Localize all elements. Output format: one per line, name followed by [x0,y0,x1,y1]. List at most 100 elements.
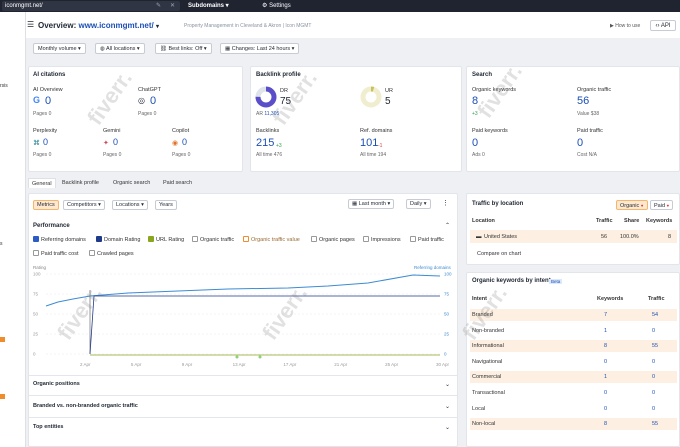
competitors-button[interactable]: Competitors ▾ [63,200,105,210]
check-organic-traffic-value[interactable]: Organic traffic value [243,236,300,243]
intent-cell-kw[interactable]: 0 [604,359,607,365]
play-icon: ▶ [610,23,614,29]
filter-label: Monthly volume [38,46,77,52]
location-filter[interactable]: ◍ All locations ▾ [95,43,145,54]
chevron-up-icon[interactable]: ⌃ [445,222,450,229]
backlinks-value[interactable]: 215 [256,137,274,149]
close-icon[interactable]: ✕ [170,1,175,11]
x-tick: 21 Apr [334,362,348,367]
chevron-down-icon[interactable]: ⌄ [445,424,450,431]
chart-event-dot[interactable] [235,355,239,359]
organic-keywords-label: Organic keywords [472,87,517,93]
volume-filter[interactable]: Monthly volume ▾ [33,43,86,54]
ar-number[interactable]: 11,305 [264,111,279,117]
chevron-down-icon[interactable]: ⌄ [445,403,450,410]
toggle-paid[interactable]: Paid ● [650,200,674,210]
copilot-value[interactable]: 0 [182,137,187,147]
x-tick: 13 Apr [233,362,247,367]
best-links-filter[interactable]: ⛓ Best links: Off ▾ [155,43,212,54]
intent-cell-kw[interactable]: 7 [604,312,607,318]
menu-icon[interactable]: ☰ [27,20,34,29]
settings-button[interactable]: ⚙ Settings [262,1,291,11]
check-organic-pages[interactable]: Organic pages [311,236,355,243]
checkbox [192,236,198,242]
refdomains-value[interactable]: 101 [360,137,378,149]
locations-button[interactable]: Locations ▾ [112,200,148,210]
sidebar-badge [0,394,5,399]
compare-on-chart-link[interactable]: Compare on chart [477,251,521,257]
years-button[interactable]: Years [155,200,177,210]
perplexity-value[interactable]: 0 [43,137,48,147]
url-input[interactable]: iconmgmt.net/ ✎ ✕ [2,1,180,11]
check-domain-rating[interactable]: Domain Rating [96,236,140,243]
chevron-down-icon[interactable]: ▾ [156,24,159,30]
tab-backlink-profile[interactable]: Backlink profile [59,178,102,188]
intent-cell-tr[interactable]: 0 [652,328,655,334]
intent-cell-tr[interactable]: 0 [652,359,655,365]
intent-row-highlight [470,418,677,430]
intent-cell-kw[interactable]: 0 [604,390,607,396]
check-paid-traffic[interactable]: Paid traffic [410,236,444,243]
x-tick: 25 Apr [385,362,399,367]
check-url-rating[interactable]: URL Rating [148,236,184,243]
y-tick-left: 25 [33,332,39,337]
gemini-value[interactable]: 0 [113,137,118,147]
ai-overview-value[interactable]: 0 [45,95,51,107]
title-domain-link[interactable]: www.iconmgmt.net/ [78,21,153,30]
changes-filter[interactable]: ▦ Changes: Last 24 hours ▾ [220,43,300,54]
organic-traffic-value[interactable]: 56 [577,95,589,107]
check-organic-traffic[interactable]: Organic traffic [192,236,234,243]
intent-cell-kw[interactable]: 0 [604,406,607,412]
toggle-label: Paid [654,203,666,209]
dr-value[interactable]: 75 [280,96,291,107]
refdomains-label: Ref. domains [360,128,393,134]
x-tick: 30 Apr [436,362,450,367]
ur-value[interactable]: 5 [385,96,391,107]
y-tick-right: 50 [444,312,450,317]
metrics-button[interactable]: Metrics [33,200,59,210]
intent-cell-kw[interactable]: 1 [604,328,607,334]
intent-cell-kw[interactable]: 1 [604,374,607,380]
paid-traffic-value[interactable]: 0 [577,137,583,149]
tab-paid-search[interactable]: Paid search [160,178,195,188]
tab-organic-search[interactable]: Organic search [110,178,153,188]
mode-select[interactable]: Subdomains ▾ [188,1,229,11]
intent-cell-tr[interactable]: 0 [652,390,655,396]
top-entities-section[interactable]: Top entities [33,424,63,430]
location-share: 100.0% [620,234,639,240]
chatgpt-value[interactable]: 0 [150,95,156,107]
checkbox-checked [148,236,154,242]
api-button[interactable]: ‹› API [650,20,676,31]
intent-cell-tr[interactable]: 54 [652,312,658,318]
y-tick-right: 0 [444,352,447,357]
tab-general[interactable]: General [28,178,56,188]
sidebar-fragment[interactable]: rsis [0,83,8,89]
sidebar-fragment[interactable]: s [0,241,3,247]
interval-select[interactable]: Daily ▾ [406,199,431,209]
domain-rating-line [89,295,440,355]
organic-keywords-value[interactable]: 8 [472,95,478,107]
intent-cell-tr[interactable]: 0 [652,406,655,412]
checkbox-checked [33,236,39,242]
intent-cell-tr[interactable]: 55 [652,421,658,427]
more-icon[interactable]: ⋮ [442,199,449,207]
organic-keywords-delta: +3 [472,111,478,117]
intent-cell-tr[interactable]: 0 [652,374,655,380]
check-referring-domains[interactable]: Referring domains [33,236,86,243]
edit-icon[interactable]: ✎ [156,1,161,11]
chart-event-dot[interactable] [258,355,262,359]
check-impressions[interactable]: Impressions [363,236,401,243]
how-to-use-link[interactable]: ▶ How to use [610,23,640,29]
branded-section[interactable]: Branded vs. non-branded organic traffic [33,403,138,409]
intent-cell-tr[interactable]: 55 [652,343,658,349]
intent-cell-kw[interactable]: 8 [604,421,607,427]
check-crawled-pages[interactable]: Crawled pages [89,250,134,257]
range-select[interactable]: ▦ Last month ▾ [348,199,395,209]
paid-keywords-value[interactable]: 0 [472,137,478,149]
check-paid-traffic-cost[interactable]: Paid traffic cost [33,250,79,257]
chevron-down-icon[interactable]: ⌄ [445,381,450,388]
gemini-icon: ✦ [103,140,109,147]
intent-cell-kw[interactable]: 8 [604,343,607,349]
toggle-organic[interactable]: Organic ● [616,200,648,210]
organic-positions-section[interactable]: Organic positions [33,381,80,387]
